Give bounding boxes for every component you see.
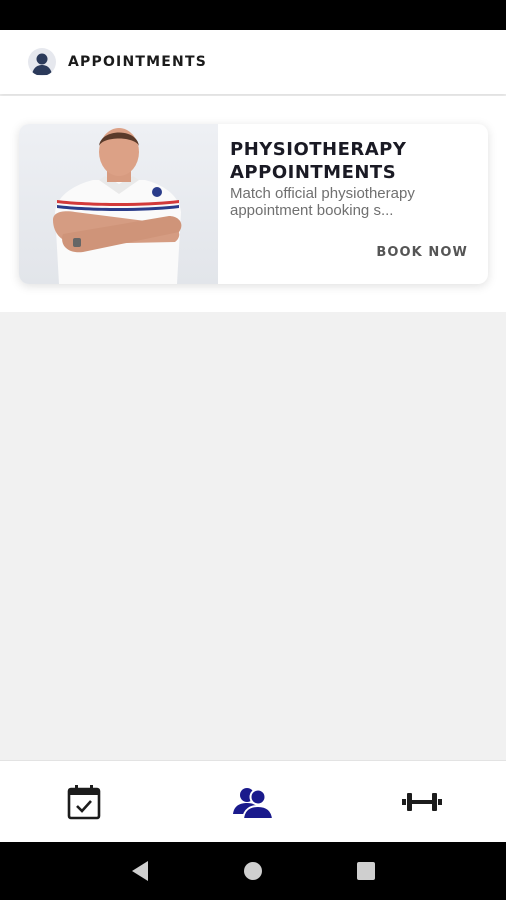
dumbbell-icon	[401, 792, 442, 811]
card-title-line: APPOINTMENTS	[230, 162, 397, 183]
card-title: PHYSIOTHERAPY APPOINTMENTS	[230, 138, 476, 184]
physiotherapy-appointment-card[interactable]: PHYSIOTHERAPY APPOINTMENTS Match officia…	[19, 124, 488, 284]
card-description-line: Match official physiotherapy	[230, 185, 415, 202]
nav-appointments-people[interactable]	[169, 761, 338, 842]
bottom-navigation	[0, 760, 506, 842]
home-icon[interactable]	[233, 851, 273, 891]
status-bar	[0, 0, 506, 30]
recents-icon[interactable]	[346, 851, 386, 891]
people-icon	[233, 787, 273, 820]
person-avatar-icon[interactable]	[28, 48, 56, 76]
system-navigation-bar	[0, 842, 506, 900]
nav-appointments-calendar[interactable]	[0, 761, 169, 842]
page-title: APPOINTMENTS	[68, 54, 207, 70]
app-header: APPOINTMENTS	[0, 30, 506, 94]
physiotherapist-photo	[19, 124, 218, 284]
calendar-check-icon	[68, 784, 101, 819]
book-now-button[interactable]: BOOK NOW	[376, 245, 468, 260]
card-title-line: PHYSIOTHERAPY	[230, 139, 407, 160]
card-description-line: appointment booking s...	[230, 202, 394, 219]
card-description: Match official physiotherapy appointment…	[230, 185, 476, 219]
card-body: PHYSIOTHERAPY APPOINTMENTS Match officia…	[218, 124, 488, 284]
back-icon[interactable]	[120, 851, 160, 891]
nav-workouts[interactable]	[337, 761, 506, 842]
